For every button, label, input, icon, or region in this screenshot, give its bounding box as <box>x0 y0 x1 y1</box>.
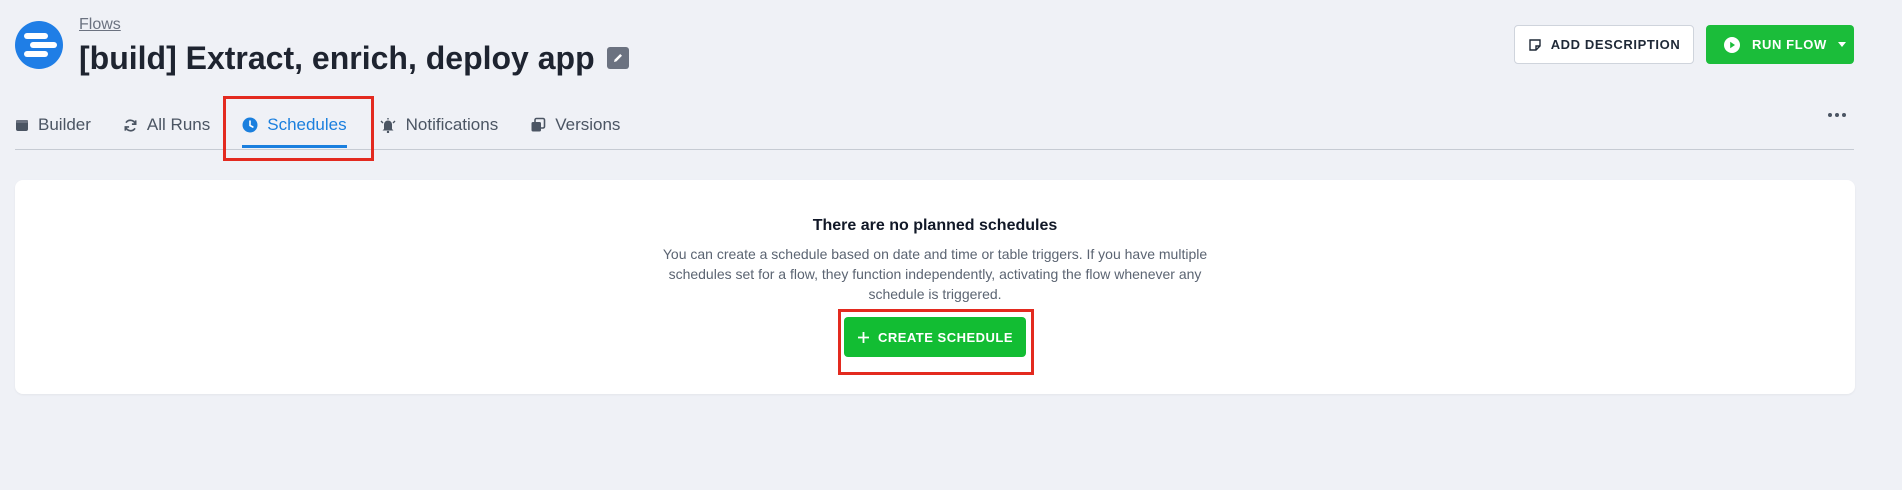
breadcrumb-flows-link[interactable]: Flows <box>79 16 121 34</box>
bell-icon <box>380 118 396 133</box>
add-description-label: ADD DESCRIPTION <box>1550 37 1681 52</box>
tab-schedules-label: Schedules <box>267 115 347 134</box>
app-logo-icon[interactable] <box>15 21 63 69</box>
create-schedule-button[interactable]: CREATE SCHEDULE <box>844 317 1026 357</box>
run-flow-main[interactable]: RUN FLOW <box>1706 25 1828 64</box>
flow-tabs: Builder All Runs Schedules Notifications… <box>15 103 620 149</box>
note-icon <box>1528 38 1541 51</box>
title-row: [build] Extract, enrich, deploy app <box>79 38 629 78</box>
create-schedule-label: CREATE SCHEDULE <box>877 329 1014 345</box>
tab-versions-label: Versions <box>555 115 621 134</box>
plus-icon <box>857 331 869 343</box>
empty-state-description: You can create a schedule based on date … <box>662 246 1208 302</box>
refresh-icon <box>124 118 137 132</box>
page-title: [build] Extract, enrich, deploy app <box>79 40 595 76</box>
tab-schedules[interactable]: Schedules <box>242 103 348 148</box>
tab-all-runs-label: All Runs <box>146 115 211 134</box>
play-circle-icon <box>1724 36 1740 53</box>
tab-versions[interactable]: Versions <box>530 103 620 147</box>
caret-down-icon <box>1837 41 1846 47</box>
add-description-button[interactable]: ADD DESCRIPTION <box>1514 25 1694 64</box>
calendar-box-icon <box>16 120 28 131</box>
tab-notifications[interactable]: Notifications <box>379 103 499 147</box>
schedules-empty-card: There are no planned schedules You can c… <box>15 180 1855 394</box>
tab-builder-label: Builder <box>38 115 91 134</box>
tab-notifications-label: Notifications <box>405 115 499 134</box>
tab-builder[interactable]: Builder <box>15 103 91 147</box>
run-flow-label: RUN FLOW <box>1752 37 1827 52</box>
flow-detail-page: Flows [build] Extract, enrich, deploy ap… <box>0 0 1902 490</box>
empty-state-title: There are no planned schedules <box>812 217 1058 234</box>
clock-icon <box>242 117 258 133</box>
tabs-divider <box>15 149 1854 150</box>
run-flow-dropdown-toggle[interactable] <box>1828 25 1854 64</box>
run-flow-button[interactable]: RUN FLOW <box>1706 25 1854 64</box>
more-options-icon[interactable] <box>1822 103 1852 127</box>
tab-all-runs[interactable]: All Runs <box>123 103 210 147</box>
edit-pencil-icon[interactable] <box>606 47 629 69</box>
versions-icon <box>531 117 546 132</box>
